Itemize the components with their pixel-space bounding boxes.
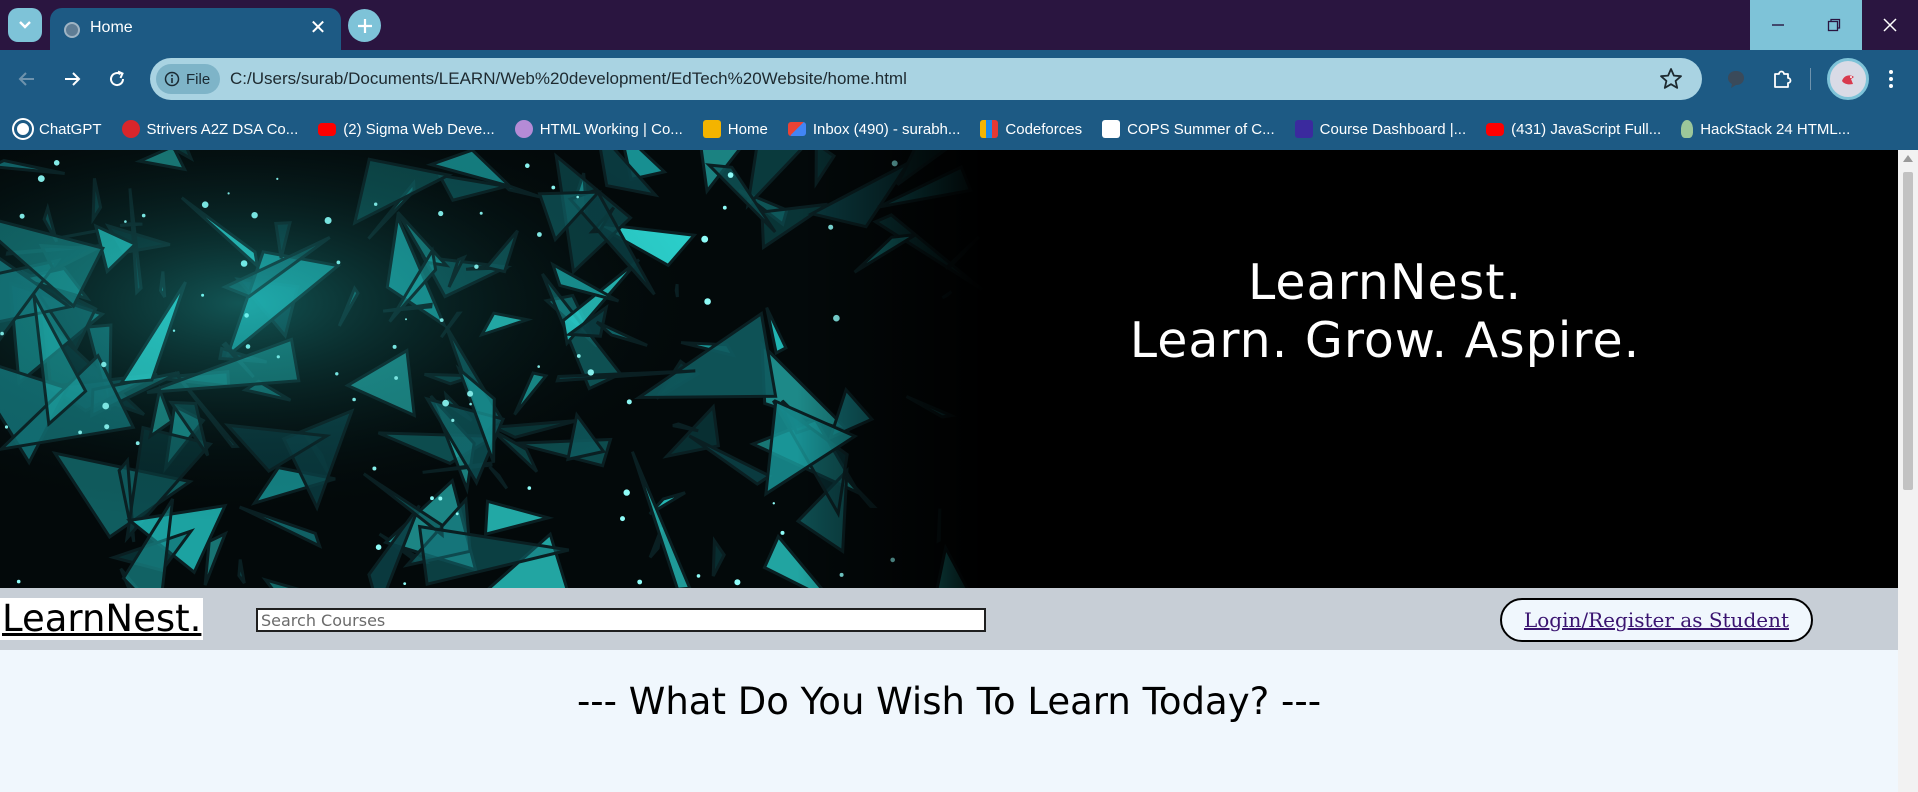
dashboard-icon: [1294, 120, 1313, 138]
kebab-menu-icon: [1889, 70, 1893, 88]
bookmark-item[interactable]: Home: [702, 120, 768, 138]
bookmark-label: ChatGPT: [39, 120, 102, 138]
bookmark-label: Home: [727, 120, 768, 138]
profile-avatar[interactable]: [1827, 58, 1869, 100]
login-register-button[interactable]: Login/Register as Student: [1500, 598, 1813, 642]
close-icon: [1883, 18, 1897, 32]
classroom-icon: [702, 120, 721, 138]
info-icon: [164, 71, 180, 87]
page-scrollbar[interactable]: [1898, 150, 1918, 792]
bird-avatar-icon: [1842, 75, 1854, 85]
web-page: LearnNest. Learn. Grow. Aspire. LearnNes…: [0, 150, 1898, 792]
bookmark-label: Codeforces: [1005, 120, 1083, 138]
bookmark-item[interactable]: (2) Sigma Web Deve...: [318, 120, 495, 138]
bookmark-star-button[interactable]: [1658, 66, 1684, 92]
globe-icon: [64, 22, 80, 38]
cops-icon: [1102, 120, 1121, 138]
star-icon: [1660, 68, 1682, 89]
chevron-down-icon: [19, 21, 31, 29]
gmail-icon: [787, 122, 806, 136]
codeforces-icon: [980, 120, 999, 138]
reload-button[interactable]: [102, 64, 132, 94]
tab-home[interactable]: Home ✕: [50, 8, 341, 50]
bookmark-item[interactable]: Codeforces: [980, 120, 1082, 138]
page-headline: --- What Do You Wish To Learn Today? ---: [576, 680, 1322, 723]
arrow-left-icon: [18, 72, 34, 86]
restore-button[interactable]: [1806, 0, 1862, 50]
site-info-chip[interactable]: File: [156, 64, 220, 94]
arrow-right-icon: [65, 72, 81, 86]
bookmark-label: (2) Sigma Web Deve...: [343, 120, 495, 138]
minimize-button[interactable]: [1750, 0, 1806, 50]
site-logo[interactable]: LearnNest.: [0, 598, 204, 640]
scroll-up-arrow-icon[interactable]: [1903, 155, 1913, 162]
hackstack-icon: [1681, 120, 1694, 138]
bookmark-label: Inbox (490) - surabh...: [812, 120, 961, 138]
bookmark-item[interactable]: COPS Summer of C...: [1102, 120, 1275, 138]
bookmarks-bar: ChatGPT Strivers A2Z DSA Co... (2) Sigma…: [0, 108, 1918, 150]
bookmark-item[interactable]: HTML Working | Co...: [514, 120, 683, 138]
hero-banner: LearnNest. Learn. Grow. Aspire.: [0, 150, 1898, 588]
bookmark-label: Strivers A2Z DSA Co...: [146, 120, 299, 138]
bookmark-label: COPS Summer of C...: [1127, 120, 1275, 138]
reload-icon: [110, 70, 125, 87]
bookmark-label: HTML Working | Co...: [539, 120, 683, 138]
chat-bubble-icon: [1728, 71, 1744, 88]
puzzle-icon: [1774, 70, 1792, 88]
bookmark-item[interactable]: ChatGPT: [14, 120, 102, 138]
avatar-icon: [514, 120, 533, 138]
minimize-icon: [1772, 24, 1784, 26]
tab-search-button[interactable]: [8, 8, 42, 42]
bookmark-item[interactable]: (431) JavaScript Full...: [1486, 121, 1661, 138]
bookmark-item[interactable]: Strivers A2Z DSA Co...: [121, 120, 299, 138]
youtube-icon: [318, 122, 337, 136]
plus-icon: [357, 18, 372, 33]
restore-icon: [1827, 18, 1841, 32]
bookmark-item[interactable]: Course Dashboard |...: [1294, 120, 1467, 138]
toolbar-divider: [1810, 68, 1811, 90]
window-controls: [1750, 0, 1918, 50]
site-navbar: LearnNest. Login/Register as Student: [0, 588, 1898, 650]
close-window-button[interactable]: [1862, 0, 1918, 50]
youtube-icon: [1486, 122, 1505, 136]
forward-button[interactable]: [57, 64, 87, 94]
new-tab-button[interactable]: [348, 9, 381, 42]
site-info-label: File: [186, 70, 211, 88]
scrollbar-thumb[interactable]: [1903, 172, 1913, 490]
browser-menu-button[interactable]: [1876, 64, 1906, 94]
hero-tagline: Learn. Grow. Aspire.: [1129, 312, 1641, 369]
chat-extension-button[interactable]: [1721, 64, 1751, 94]
chatgpt-icon: [14, 120, 32, 138]
url-text[interactable]: C:/Users/surab/Documents/LEARN/Web%20dev…: [230, 69, 907, 89]
tab-strip: Home ✕: [0, 0, 1918, 50]
bookmark-label: (431) JavaScript Full...: [1511, 120, 1662, 138]
hero-brand: LearnNest.: [1247, 254, 1523, 311]
bookmark-label: HackStack 24 HTML...: [1700, 120, 1851, 138]
bookmark-label: Course Dashboard |...: [1319, 120, 1467, 138]
search-input[interactable]: [256, 608, 986, 632]
bookmark-item[interactable]: Inbox (490) - surabh...: [787, 120, 961, 138]
close-tab-icon[interactable]: ✕: [305, 15, 331, 41]
tab-title: Home: [90, 19, 133, 36]
hero-title: LearnNest. Learn. Grow. Aspire.: [1000, 254, 1770, 370]
extensions-button[interactable]: [1767, 64, 1797, 94]
tuf-icon: [121, 120, 140, 138]
browser-toolbar: File C:/Users/surab/Documents/LEARN/Web%…: [0, 50, 1918, 108]
bookmark-item[interactable]: HackStack 24 HTML...: [1681, 120, 1850, 138]
back-button[interactable]: [12, 64, 42, 94]
address-bar[interactable]: File C:/Users/surab/Documents/LEARN/Web%…: [150, 58, 1702, 100]
